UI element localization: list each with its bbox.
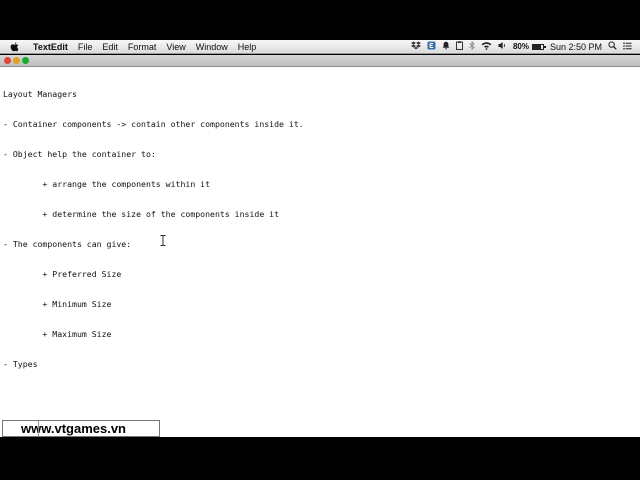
document-line: + arrange the components within it xyxy=(3,179,211,189)
menu-format[interactable]: Format xyxy=(128,40,157,54)
watermark-label: www.vtgames.vn xyxy=(2,420,160,437)
document-text[interactable]: Layout Managers - Container components -… xyxy=(3,69,304,389)
window-minimize-button[interactable] xyxy=(13,57,20,64)
apple-logo-icon[interactable] xyxy=(10,42,19,52)
volume-icon[interactable] xyxy=(498,40,507,54)
document-line: - Object help the container to: xyxy=(3,149,156,159)
window-zoom-button[interactable] xyxy=(22,57,29,64)
menu-window[interactable]: Window xyxy=(196,40,228,54)
text-cursor-ibeam-icon xyxy=(160,233,166,246)
wifi-icon[interactable] xyxy=(481,40,492,54)
menu-app-textedit[interactable]: TextEdit xyxy=(33,40,68,54)
document-line: Layout Managers xyxy=(3,89,77,99)
document-line: + Preferred Size xyxy=(3,269,122,279)
document-line: + Minimum Size xyxy=(3,299,112,309)
dropbox-icon[interactable] xyxy=(410,40,421,54)
menu-bar-left: TextEdit File Edit Format View Window He… xyxy=(10,40,266,54)
menu-view[interactable]: View xyxy=(166,40,185,54)
window-close-button[interactable] xyxy=(4,57,11,64)
battery-percentage[interactable]: 80% xyxy=(513,40,529,54)
battery-icon[interactable] xyxy=(531,44,546,50)
evernote-icon[interactable] xyxy=(427,40,436,54)
clipboard-icon[interactable] xyxy=(456,40,463,54)
notification-center-list-icon[interactable] xyxy=(623,40,632,54)
document-line: + determine the size of the components i… xyxy=(3,209,280,219)
bluetooth-icon[interactable] xyxy=(469,40,475,54)
screen: TextEdit File Edit Format View Window He… xyxy=(0,0,640,480)
document-line: - Types xyxy=(3,359,38,369)
document-line: - Container components -> contain other … xyxy=(3,119,304,129)
menu-bar-status-area: 80% Sun 2:50 PM xyxy=(405,40,632,54)
document-line: - The components can give: xyxy=(3,239,132,249)
menu-help[interactable]: Help xyxy=(238,40,257,54)
menu-edit[interactable]: Edit xyxy=(102,40,118,54)
menu-bar: TextEdit File Edit Format View Window He… xyxy=(0,40,640,54)
battery-level-fill xyxy=(532,45,541,49)
menu-bar-clock[interactable]: Sun 2:50 PM xyxy=(550,40,602,54)
document-line: + Maximum Size xyxy=(3,329,112,339)
notification-bell-icon[interactable] xyxy=(442,40,450,54)
menu-file[interactable]: File xyxy=(78,40,93,54)
text-document-area[interactable]: Layout Managers - Container components -… xyxy=(0,67,640,437)
spotlight-search-icon[interactable] xyxy=(608,40,617,54)
window-title-bar[interactable] xyxy=(0,55,640,67)
